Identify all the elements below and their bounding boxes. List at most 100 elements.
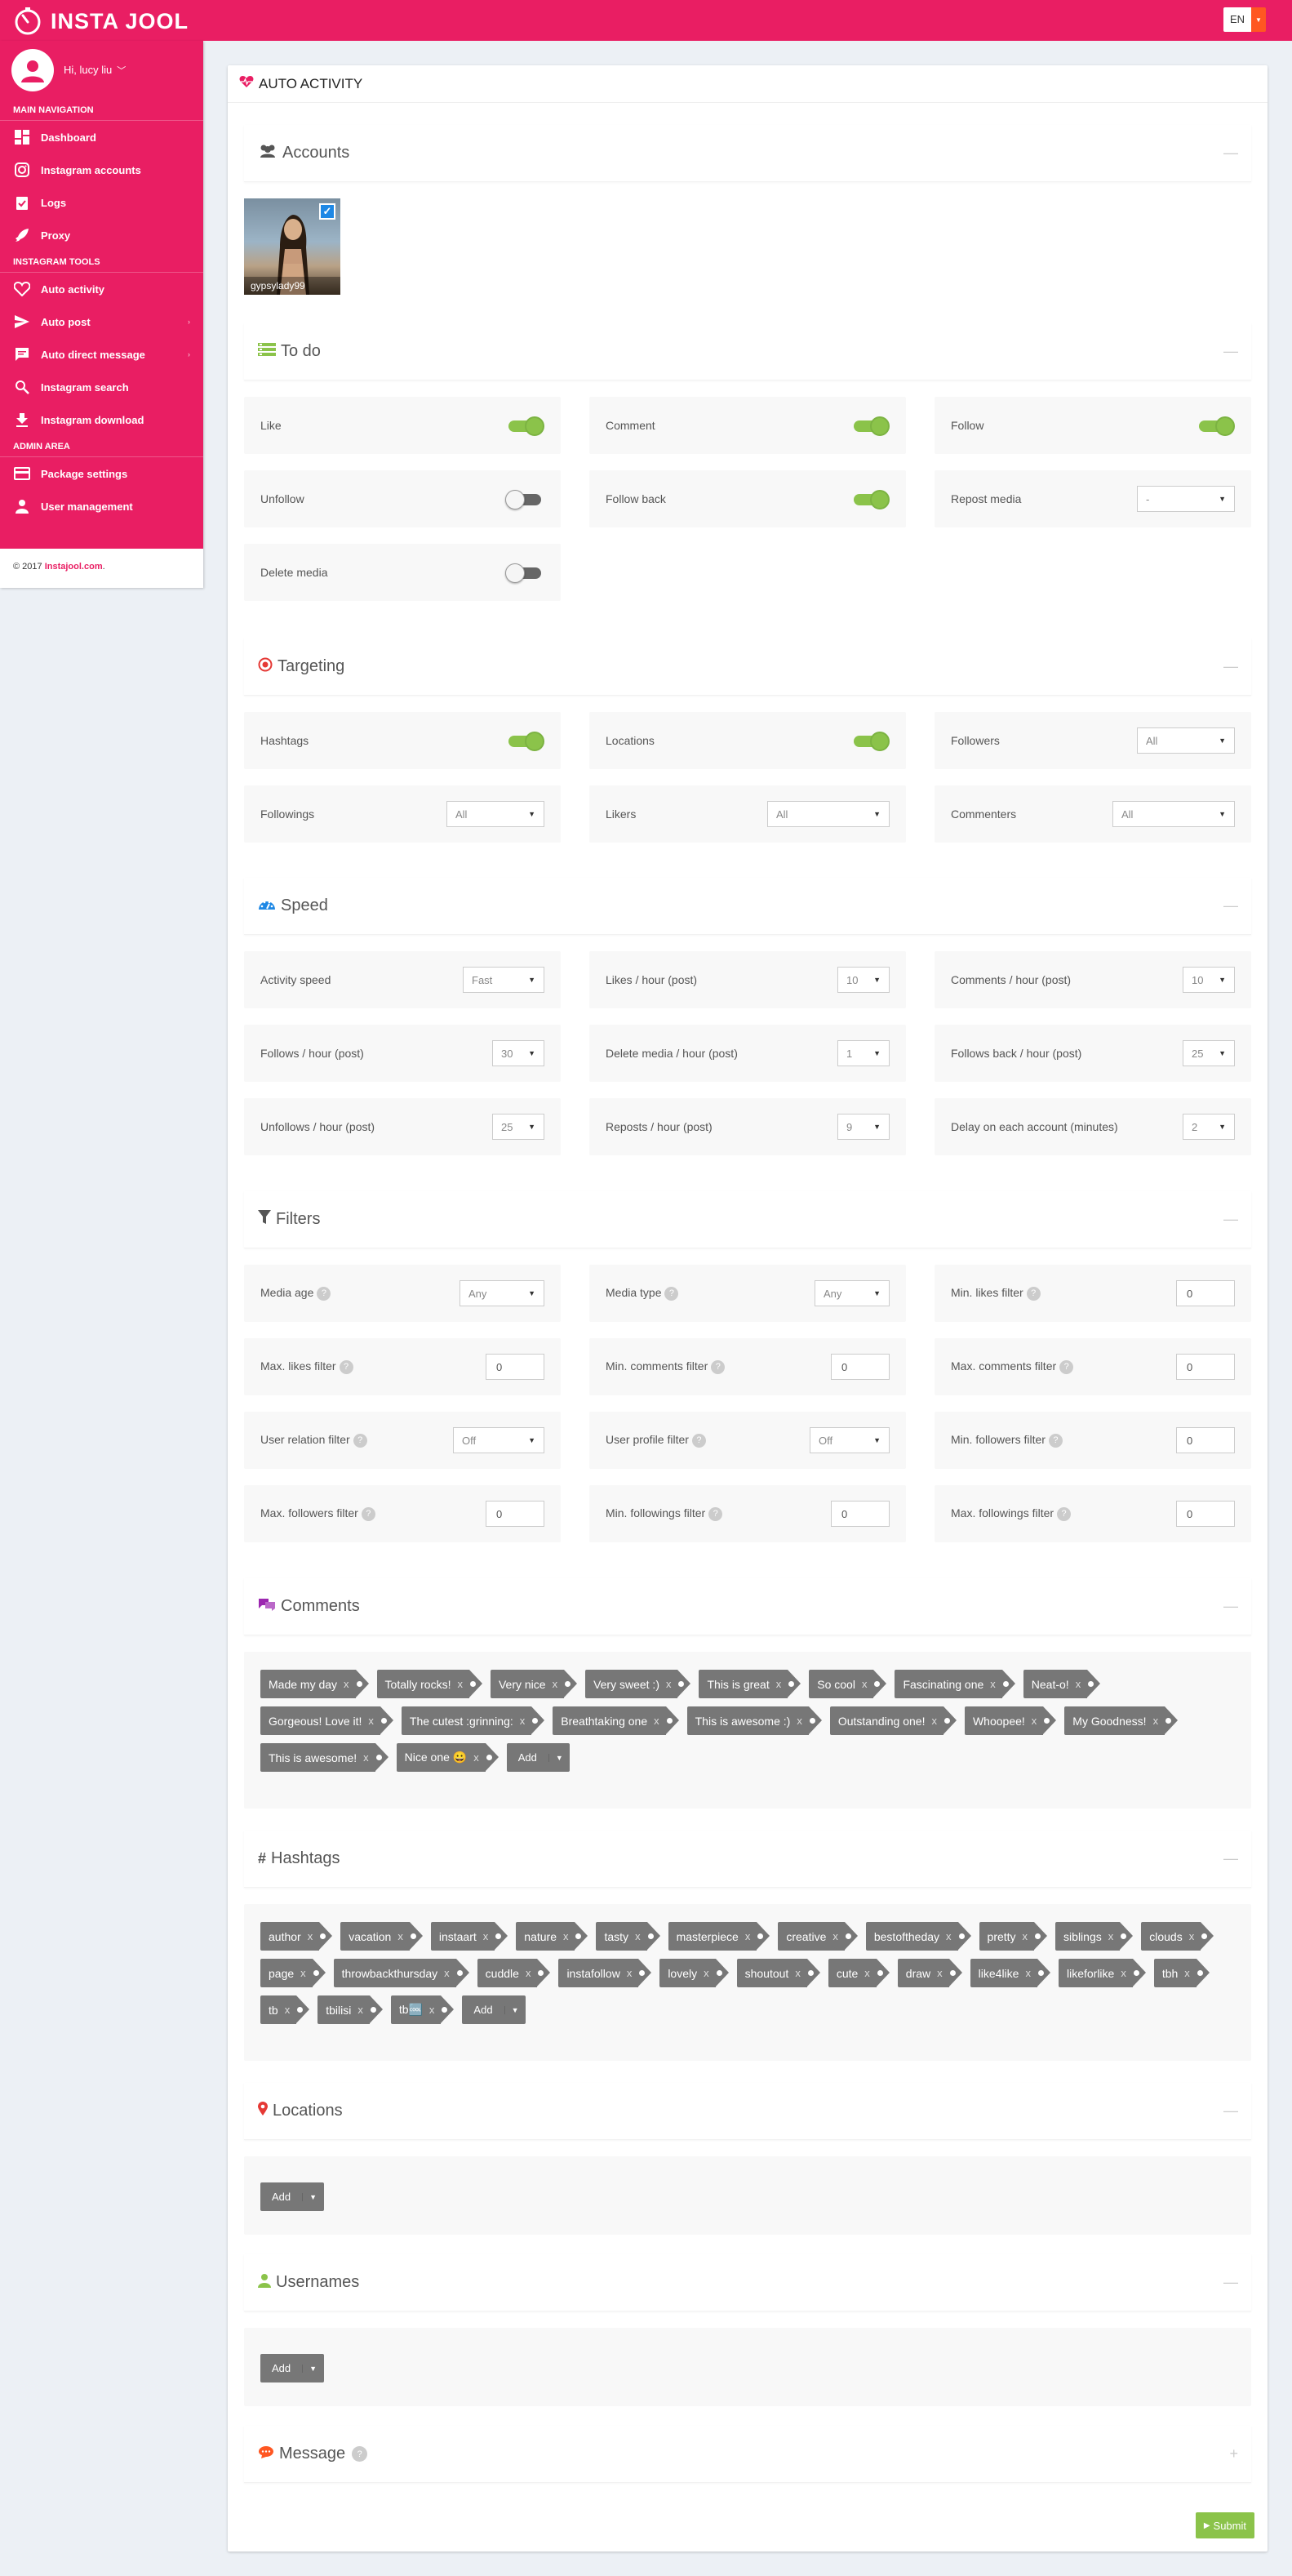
collapse-icon[interactable]: — [1223,1211,1238,1228]
locations-toggle[interactable] [850,731,890,751]
hashtag-tag[interactable]: creative x [778,1922,858,1951]
remove-icon[interactable]: x [563,1930,569,1942]
remove-icon[interactable]: x [627,1967,633,1979]
followers-select[interactable]: All ▼ [1137,727,1235,754]
sidebar-item-logs[interactable]: Logs [0,186,203,219]
add-hashtag-button[interactable]: Add ▼ [462,1995,526,2024]
hashtag-tag[interactable]: likeforlike x [1058,1959,1146,1987]
comment-tag[interactable]: Outstanding one! x [829,1706,957,1735]
collapse-icon[interactable]: — [1223,1850,1238,1867]
hashtags-header[interactable]: # Hashtags — [244,1831,1251,1888]
remove-icon[interactable]: x [526,1967,531,1979]
reposts-hour-select[interactable]: 9 ▼ [837,1114,890,1140]
todo-header[interactable]: To do — [244,323,1251,380]
sidebar-item-package-settings[interactable]: Package settings [0,457,203,490]
comment-tag[interactable]: The cutest :grinning: x [401,1706,545,1735]
follows-hour-select[interactable]: 30 ▼ [492,1040,544,1066]
hashtag-tag[interactable]: instafollow x [558,1959,652,1987]
likes-hour-select[interactable]: 10 ▼ [837,967,890,993]
comment-tag[interactable]: This is awesome :) x [686,1706,823,1735]
remove-icon[interactable]: x [1153,1715,1159,1727]
hashtags-toggle[interactable] [505,731,544,751]
media-age-select[interactable]: Any ▼ [460,1280,544,1306]
remove-icon[interactable]: x [300,1967,306,1979]
sidebar-item-instagram-search[interactable]: Instagram search [0,371,203,403]
help-icon[interactable]: ? [352,2446,368,2462]
remove-icon[interactable]: x [553,1678,558,1690]
remove-icon[interactable]: x [1032,1715,1037,1727]
hashtag-tag[interactable]: tbh x [1153,1959,1210,1987]
sidebar-item-auto-direct-message[interactable]: Auto direct message › [0,338,203,371]
min-followers-input[interactable]: 0 [1176,1427,1235,1453]
remove-icon[interactable]: x [473,1751,479,1764]
comment-toggle[interactable] [850,416,890,436]
remove-icon[interactable]: x [1108,1930,1114,1942]
usernames-header[interactable]: Usernames — [244,2254,1251,2311]
remove-icon[interactable]: x [931,1715,937,1727]
activity-speed-select[interactable]: Fast ▼ [463,967,544,993]
min-followings-input[interactable]: 0 [831,1501,890,1527]
comment-tag[interactable]: Very sweet :) x [585,1670,691,1698]
help-icon[interactable]: ? [691,1433,706,1448]
comment-tag[interactable]: Made my day x [260,1670,369,1698]
remove-icon[interactable]: x [666,1678,672,1690]
hashtag-tag[interactable]: tasty x [596,1922,660,1951]
remove-icon[interactable]: x [862,1678,868,1690]
help-icon[interactable]: ? [317,1286,331,1301]
remove-icon[interactable]: x [797,1715,802,1727]
remove-icon[interactable]: x [937,1967,943,1979]
filters-header[interactable]: Filters — [244,1191,1251,1248]
max-likes-input[interactable]: 0 [486,1354,544,1380]
help-icon[interactable]: ? [339,1359,353,1374]
sidebar-item-dashboard[interactable]: Dashboard [0,121,203,153]
sidebar-item-auto-post[interactable]: Auto post › [0,305,203,338]
comment-tag[interactable]: Totally rocks! x [376,1670,483,1698]
collapse-icon[interactable]: — [1223,2102,1238,2120]
sidebar-item-auto-activity[interactable]: Auto activity [0,273,203,305]
remove-icon[interactable]: x [483,1930,489,1942]
remove-icon[interactable]: x [1076,1678,1081,1690]
remove-icon[interactable]: x [654,1715,659,1727]
delay-account-select[interactable]: 2 ▼ [1183,1114,1235,1140]
unfollow-toggle[interactable] [505,489,544,509]
help-icon[interactable]: ? [1026,1286,1041,1301]
remove-icon[interactable]: x [1189,1930,1195,1942]
min-comments-input[interactable]: 0 [831,1354,890,1380]
collapse-icon[interactable]: — [1223,897,1238,914]
hashtag-tag[interactable]: pretty x [979,1922,1047,1951]
follow-toggle[interactable] [1196,416,1235,436]
remove-icon[interactable]: x [457,1678,463,1690]
hashtag-tag[interactable]: nature x [516,1922,588,1951]
comment-tag[interactable]: Nice one 😀 x [396,1743,499,1772]
help-icon[interactable]: ? [711,1359,726,1374]
max-followings-input[interactable]: 0 [1176,1501,1235,1527]
user-greeting[interactable]: Hi, lucy liu ﹀ [64,64,126,77]
like-toggle[interactable] [505,416,544,436]
remove-icon[interactable]: x [397,1930,403,1942]
collapse-icon[interactable]: — [1223,145,1238,162]
comment-tag[interactable]: This is awesome! x [260,1743,388,1772]
hashtag-tag[interactable]: shoutout x [736,1959,821,1987]
hashtag-tag[interactable]: clouds x [1141,1922,1214,1951]
comment-tag[interactable]: Fascinating one x [895,1670,1016,1698]
comment-tag[interactable]: My Goodness! x [1064,1706,1178,1735]
sidebar-item-user-management[interactable]: User management [0,490,203,523]
hashtag-tag[interactable]: cute x [828,1959,890,1987]
likers-select[interactable]: All ▼ [767,801,890,827]
remove-icon[interactable]: x [832,1930,838,1942]
help-icon[interactable]: ? [664,1286,679,1301]
account-card[interactable]: ✓ gypsylady99 [244,198,340,295]
max-comments-input[interactable]: 0 [1176,1354,1235,1380]
help-icon[interactable]: ? [361,1506,375,1521]
brand-logo[interactable]: INSTA JOOL [13,7,189,36]
hashtag-tag[interactable]: cuddle x [477,1959,551,1987]
submit-button[interactable]: ▶ Submit [1195,2512,1254,2538]
remove-icon[interactable]: x [285,2004,291,2016]
min-likes-input[interactable]: 0 [1176,1280,1235,1306]
hashtag-tag[interactable]: page x [260,1959,326,1987]
user-panel[interactable]: Hi, lucy liu ﹀ [0,41,203,100]
remove-icon[interactable]: x [864,1967,870,1979]
user-relation-select[interactable]: Off ▼ [453,1427,544,1453]
collapse-icon[interactable]: — [1223,2274,1238,2291]
hashtag-tag[interactable]: draw x [897,1959,962,1987]
